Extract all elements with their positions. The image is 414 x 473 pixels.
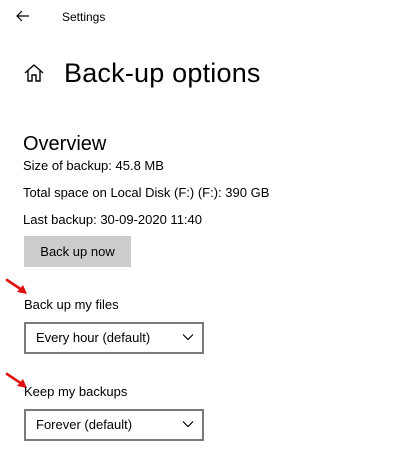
- back-up-now-button[interactable]: Back up now: [24, 236, 131, 267]
- chevron-down-icon: [182, 421, 194, 428]
- backup-frequency-dropdown[interactable]: Every hour (default): [24, 322, 204, 354]
- back-button[interactable]: [12, 5, 34, 27]
- app-title: Settings: [62, 10, 106, 24]
- home-icon: [24, 64, 44, 82]
- title-bar: Settings: [0, 0, 414, 32]
- last-backup-text: Last backup: 30-09-2020 11:40: [23, 212, 203, 227]
- page-title: Back-up options: [64, 58, 261, 88]
- chevron-down-icon: [182, 334, 194, 341]
- backup-size-text: Size of backup: 45.8 MB: [23, 158, 164, 173]
- arrow-left-icon: [16, 10, 29, 22]
- backup-frequency-label: Back up my files: [24, 297, 119, 312]
- overview-heading: Overview: [23, 133, 107, 155]
- annotation-arrow-icon: [5, 278, 27, 294]
- total-space-text: Total space on Local Disk (F:) (F:): 390…: [23, 185, 270, 200]
- backup-retention-value: Forever (default): [36, 417, 133, 432]
- backup-retention-dropdown[interactable]: Forever (default): [24, 409, 204, 441]
- backup-retention-label: Keep my backups: [24, 384, 128, 399]
- backup-frequency-value: Every hour (default): [36, 330, 151, 345]
